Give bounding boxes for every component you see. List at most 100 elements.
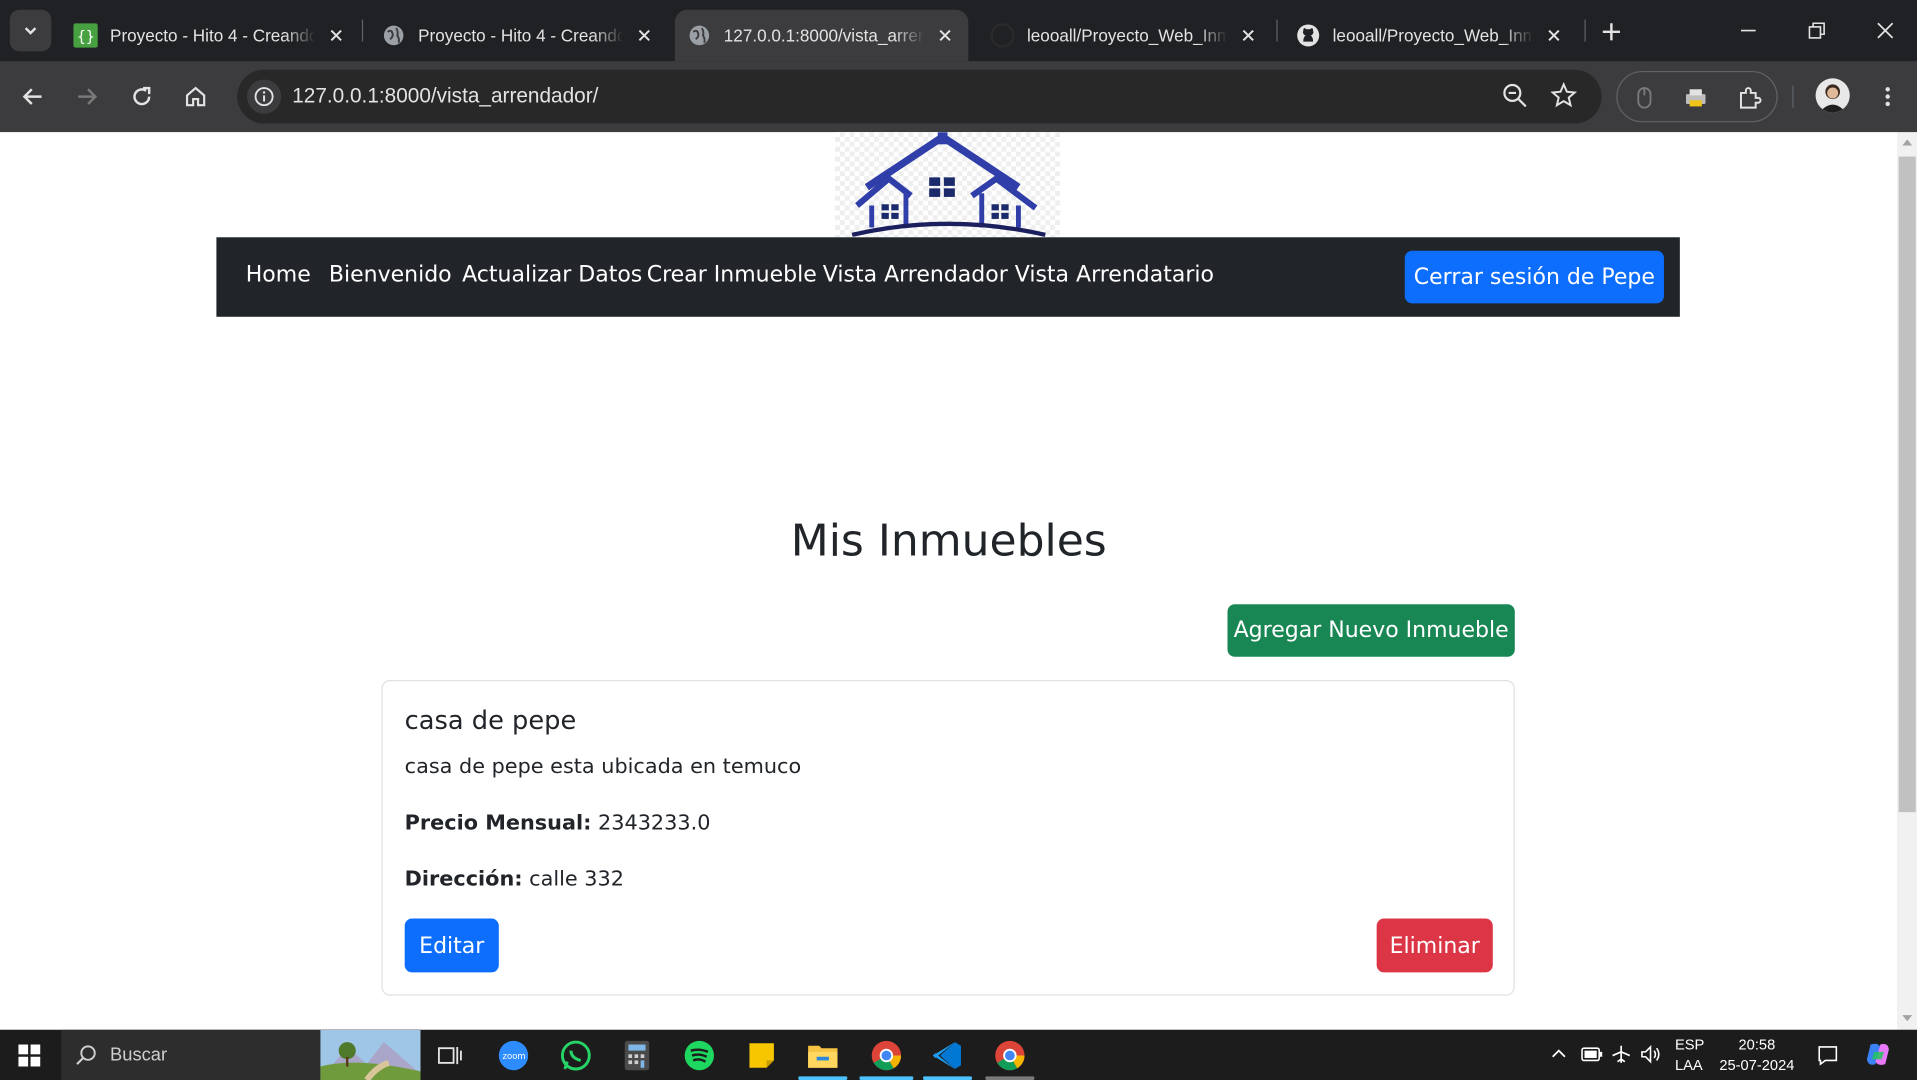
spotify-icon[interactable] bbox=[680, 1036, 719, 1075]
calculator-icon[interactable] bbox=[617, 1036, 656, 1075]
toolbar-separator bbox=[1792, 85, 1794, 108]
keyboard-layout: LAA bbox=[1674, 1056, 1703, 1074]
bookmark-star-icon[interactable] bbox=[1550, 81, 1578, 115]
running-indicator bbox=[798, 1076, 848, 1080]
scroll-down-arrow-icon[interactable] bbox=[1902, 1015, 1913, 1022]
whatsapp-icon[interactable] bbox=[556, 1036, 595, 1075]
file-explorer-icon[interactable] bbox=[803, 1036, 842, 1075]
logout-button[interactable]: Cerrar sesión de Pepe bbox=[1404, 250, 1664, 304]
language-code: ESP bbox=[1674, 1035, 1705, 1054]
airplane-mode-icon[interactable] bbox=[1611, 1045, 1631, 1068]
copilot-icon[interactable] bbox=[1863, 1040, 1892, 1073]
sticky-notes-icon[interactable] bbox=[742, 1036, 781, 1075]
chrome-icon[interactable] bbox=[867, 1036, 906, 1075]
task-view-icon[interactable] bbox=[430, 1036, 469, 1075]
minimize-icon bbox=[1740, 29, 1756, 32]
tab-search-button[interactable] bbox=[9, 9, 52, 52]
plus-icon bbox=[1602, 23, 1620, 41]
arrow-left-icon bbox=[22, 88, 42, 105]
tab-title: leooall/Proyecto_Web_Inmuebles bbox=[1332, 25, 1534, 46]
scrollbar-thumb[interactable] bbox=[1898, 156, 1916, 813]
system-clock[interactable]: 20:58 25-07-2024 bbox=[1714, 1035, 1800, 1077]
info-icon bbox=[254, 87, 274, 107]
nav-link-vista-arrendador[interactable]: Vista Arrendador bbox=[823, 262, 1008, 288]
home-button[interactable] bbox=[176, 77, 215, 116]
delete-button[interactable]: Eliminar bbox=[1376, 918, 1493, 973]
minimize-button[interactable] bbox=[1714, 0, 1782, 61]
nav-link-home[interactable]: Home bbox=[246, 262, 311, 288]
running-indicator bbox=[985, 1076, 1035, 1080]
forward-button[interactable] bbox=[67, 77, 106, 116]
reload-button[interactable] bbox=[122, 77, 161, 116]
close-icon bbox=[1877, 22, 1894, 39]
input-language-indicator[interactable]: ESP LAA bbox=[1675, 1035, 1704, 1077]
more-vert-icon bbox=[1885, 87, 1890, 107]
page-scrollbar[interactable] bbox=[1897, 132, 1917, 1030]
main-navbar: Home Bienvenido Actualizar Datos Crear I… bbox=[216, 237, 1680, 317]
volume-icon[interactable] bbox=[1640, 1045, 1662, 1068]
property-name: casa de pepe bbox=[404, 705, 577, 736]
nav-link-crear-inmueble[interactable]: Crear Inmueble bbox=[647, 262, 817, 288]
printer-extension-icon[interactable] bbox=[1681, 83, 1710, 112]
browser-tab[interactable]: {} Proyecto - Hito 4 - Creando bbox=[61, 10, 359, 61]
svg-text:{}: {} bbox=[77, 29, 95, 46]
close-icon[interactable] bbox=[1237, 24, 1259, 46]
new-tab-button[interactable] bbox=[1594, 15, 1628, 49]
menu-button[interactable] bbox=[1868, 77, 1907, 116]
running-indicator bbox=[859, 1076, 914, 1080]
nav-link-bienvenido[interactable]: Bienvenido bbox=[329, 262, 452, 288]
property-description: casa de pepe esta ubicada en temuco bbox=[404, 754, 802, 780]
nav-link-vista-arrendatario[interactable]: Vista Arrendatario bbox=[1015, 262, 1214, 288]
windows-logo-icon bbox=[18, 1044, 41, 1067]
property-price: Precio Mensual: 2343233.0 bbox=[405, 811, 711, 835]
close-icon[interactable] bbox=[934, 24, 956, 46]
notifications-icon[interactable] bbox=[1817, 1045, 1839, 1071]
show-hidden-icons-chevron-icon[interactable] bbox=[1550, 1046, 1567, 1063]
page-title: Mis Inmuebles bbox=[790, 516, 1107, 567]
globe-icon bbox=[381, 23, 405, 47]
overleaf-icon: {} bbox=[73, 23, 98, 48]
restore-icon bbox=[1808, 22, 1825, 39]
taskbar-search[interactable]: Buscar bbox=[61, 1029, 421, 1080]
browser-tab-active[interactable]: 127.0.0.1:8000/vista_arrendador/ bbox=[674, 9, 969, 62]
page-viewport: Home Bienvenido Actualizar Datos Crear I… bbox=[0, 132, 1898, 1030]
taskbar-search-placeholder: Buscar bbox=[110, 1044, 168, 1066]
browser-tab[interactable]: leooall/Proyecto_Web_Inmuebles bbox=[978, 10, 1271, 61]
search-icon bbox=[76, 1045, 96, 1065]
github-icon bbox=[1296, 23, 1320, 47]
close-window-button[interactable] bbox=[1851, 0, 1917, 61]
extensions-puzzle-icon[interactable] bbox=[1735, 83, 1764, 112]
close-icon[interactable] bbox=[1543, 24, 1565, 46]
nav-link-actualizar-datos[interactable]: Actualizar Datos bbox=[462, 262, 642, 288]
search-highlight-illustration bbox=[320, 1029, 421, 1080]
add-property-button[interactable]: Agregar Nuevo Inmueble bbox=[1227, 604, 1515, 657]
url-text[interactable]: 127.0.0.1:8000/vista_arrendador/ bbox=[292, 84, 598, 108]
property-address: Dirección: calle 332 bbox=[405, 867, 624, 891]
zoom-icon[interactable]: zoom bbox=[494, 1036, 533, 1075]
home-icon bbox=[185, 86, 206, 107]
close-icon[interactable] bbox=[325, 24, 347, 46]
battery-icon[interactable] bbox=[1581, 1047, 1603, 1065]
close-icon[interactable] bbox=[633, 24, 655, 46]
chrome-icon[interactable] bbox=[990, 1036, 1029, 1075]
vscode-icon[interactable] bbox=[928, 1036, 967, 1075]
site-logo[interactable] bbox=[835, 132, 1060, 238]
tab-separator bbox=[1584, 19, 1586, 42]
tab-title: Proyecto - Hito 4 - Creando bbox=[418, 25, 624, 46]
browser-tab[interactable]: Proyecto - Hito 4 - Creando bbox=[369, 10, 667, 61]
profile-avatar[interactable] bbox=[1815, 78, 1850, 113]
address-bar[interactable]: 127.0.0.1:8000/vista_arrendador/ bbox=[237, 69, 1602, 124]
tab-strip: {} Proyecto - Hito 4 - Creando Proyecto … bbox=[0, 0, 1917, 62]
scroll-up-arrow-icon[interactable] bbox=[1902, 139, 1913, 146]
edit-button[interactable]: Editar bbox=[404, 918, 499, 973]
back-button[interactable] bbox=[13, 77, 52, 116]
arrow-right-icon bbox=[78, 88, 98, 105]
tab-separator bbox=[1276, 19, 1278, 42]
reload-icon bbox=[133, 86, 151, 106]
site-info-button[interactable] bbox=[246, 79, 282, 114]
mouse-extension-icon[interactable] bbox=[1630, 83, 1659, 112]
browser-tab[interactable]: leooall/Proyecto_Web_Inmuebles bbox=[1284, 10, 1577, 61]
restore-button[interactable] bbox=[1783, 0, 1851, 61]
start-button[interactable] bbox=[7, 1040, 51, 1072]
zoom-icon[interactable] bbox=[1501, 82, 1528, 115]
